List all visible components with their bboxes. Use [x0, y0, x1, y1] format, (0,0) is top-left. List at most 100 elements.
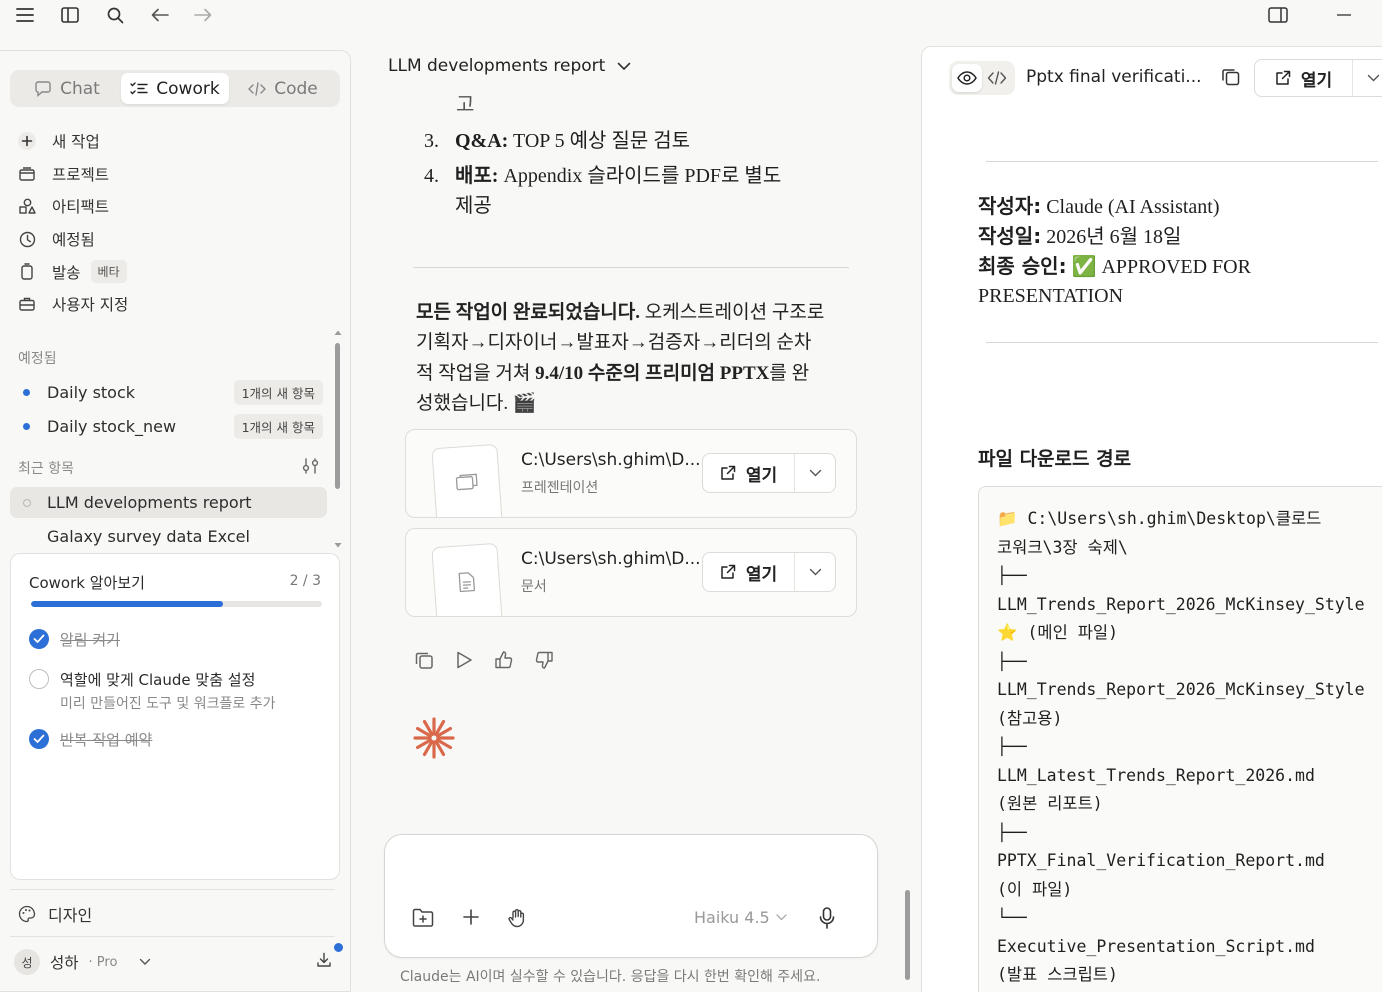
sidebar-toggle-icon[interactable] [55, 0, 85, 30]
design-label: 디자인 [48, 906, 93, 925]
thumbs-down-icon[interactable] [534, 650, 554, 670]
download-heading: 파일 다운로드 경로 [978, 448, 1132, 470]
hand-icon[interactable] [507, 908, 527, 928]
summary-bold: 9.4/10 수준의 프리미엄 PPTX [535, 362, 770, 384]
notification-dot [332, 941, 345, 954]
filter-icon[interactable] [302, 458, 320, 474]
recent-item[interactable]: LLM developments report [10, 487, 327, 518]
panel-icon[interactable] [1263, 0, 1293, 30]
download-icon[interactable] [316, 952, 332, 968]
unchecked-circle-icon[interactable] [29, 669, 49, 689]
design-menu-item[interactable]: 디자인 [18, 902, 92, 926]
external-link-icon [1275, 70, 1291, 86]
code-line: (이 파일) [997, 879, 1073, 899]
forward-arrow-icon[interactable] [188, 0, 218, 30]
divider [986, 342, 1378, 343]
status-dot [23, 389, 30, 396]
open-button[interactable]: 열기 [703, 553, 795, 591]
play-icon[interactable] [454, 650, 474, 670]
microphone-icon[interactable] [819, 907, 835, 929]
sidebar-scrollbar-thumb[interactable] [335, 343, 340, 489]
menu-icon[interactable] [10, 0, 40, 30]
nav-dispatch-label: 발송 [52, 263, 81, 282]
message-input[interactable] [405, 851, 855, 881]
user-menu[interactable]: 성 성하 · Pro [14, 949, 151, 975]
chevron-down-icon [809, 568, 821, 576]
nav-dispatch[interactable]: 발송 베타 [16, 255, 336, 288]
recent-item[interactable]: Galaxy survey data Excel [10, 521, 327, 552]
mode-tabs: Chat Cowork Code [10, 70, 340, 107]
clock-icon [16, 231, 38, 248]
add-folder-icon[interactable] [412, 908, 434, 927]
slides-icon [431, 443, 503, 517]
conversation-title[interactable]: LLM developments report [388, 56, 631, 76]
tab-code-label: Code [274, 78, 318, 99]
file-card[interactable]: C:\Users\sh.ghim\D... 프레젠테이션 열기 [405, 429, 857, 518]
code-icon[interactable] [982, 64, 1012, 92]
author-line: 작성자: Claude (AI Assistant) [978, 191, 1220, 222]
open-options-dropdown[interactable] [795, 568, 835, 576]
nav-scheduled-label: 예정됨 [52, 231, 95, 250]
eye-icon[interactable] [952, 64, 982, 92]
nav-customize[interactable]: 사용자 지정 [16, 288, 336, 321]
preview-document: 작성자: Claude (AI Assistant) 작성일: 2026년 6월… [922, 109, 1382, 992]
status-ring [23, 498, 31, 507]
approval-value: ✅ APPROVED FOR [1066, 256, 1251, 278]
chat-scrollbar-thumb[interactable] [905, 890, 910, 980]
date-line: 작성일: 2026년 6월 18일 [978, 221, 1181, 252]
list-item-label: 배포: [455, 165, 499, 187]
model-selector[interactable]: Haiku 4.5 [694, 908, 787, 927]
open-button[interactable]: 열기 [1255, 60, 1353, 96]
tab-code[interactable]: Code [229, 73, 337, 104]
check-icon[interactable] [29, 729, 49, 749]
scheduled-item[interactable]: Daily stock_new 1개의 새 항목 [10, 411, 327, 442]
file-type: 프레젠테이션 [521, 480, 599, 496]
nav-artifacts[interactable]: 아티팩트 [16, 190, 336, 223]
scheduled-item-label: Daily stock [47, 383, 136, 402]
external-link-icon [720, 564, 736, 580]
plus-icon[interactable] [462, 908, 480, 926]
open-options-dropdown[interactable] [1353, 74, 1382, 82]
check-icon[interactable] [29, 629, 49, 649]
code-icon [248, 81, 266, 96]
code-block: 📁 C:\Users\sh.ghim\Desktop\클로드코워크\3장 숙제\… [978, 486, 1382, 992]
nav-list: 새 작업 프로젝트 아티팩트 예정됨 발송 베타 사용자 지정 [16, 125, 336, 321]
code-line: 코워크\3장 숙제\ [997, 537, 1128, 557]
list-item-text: Appendix 슬라이드를 PDF로 별도 [498, 165, 782, 187]
open-button[interactable]: 열기 [703, 454, 795, 492]
file-card[interactable]: C:\Users\sh.ghim\D... 문서 열기 [405, 528, 857, 617]
search-icon[interactable] [100, 0, 130, 30]
code-line: PPTX_Final_Verification_Report.md [997, 851, 1325, 870]
minimize-icon[interactable] [1329, 0, 1359, 30]
onboarding-title: Cowork 알아보기 [29, 574, 145, 592]
onboarding-task[interactable]: 반복 작업 예약 [29, 729, 152, 750]
list-number: 3. [424, 130, 439, 152]
back-arrow-icon[interactable] [145, 0, 175, 30]
code-line: (참고용) [997, 708, 1063, 728]
nav-new-task[interactable]: 새 작업 [16, 125, 336, 158]
tab-chat-label: Chat [60, 78, 100, 99]
tab-chat[interactable]: Chat [13, 73, 121, 104]
nav-projects[interactable]: 프로젝트 [16, 158, 336, 191]
code-line: ├── [997, 822, 1027, 842]
recent-item-label: Galaxy survey data Excel [47, 527, 250, 546]
thumbs-up-icon[interactable] [494, 650, 514, 670]
copy-icon[interactable] [1221, 67, 1240, 86]
open-split-button: 열기 [702, 453, 836, 493]
onboarding-task-label: 역할에 맞게 Claude 맞춤 설정 [60, 671, 256, 689]
nav-scheduled[interactable]: 예정됨 [16, 223, 336, 256]
open-options-dropdown[interactable] [795, 469, 835, 477]
onboarding-task[interactable]: 알림 켜기 [29, 629, 120, 650]
beta-badge: 베타 [90, 260, 127, 284]
claude-spark-icon [412, 716, 456, 764]
copy-icon[interactable] [414, 650, 434, 670]
onboarding-task[interactable]: 역할에 맞게 Claude 맞춤 설정 미리 만들어진 도구 및 워크플로 추가 [29, 669, 275, 713]
tab-cowork[interactable]: Cowork [121, 73, 229, 104]
scheduled-item[interactable]: Daily stock 1개의 새 항목 [10, 377, 327, 408]
new-items-badge: 1개의 새 항목 [233, 414, 323, 439]
preview-panel: Pptx final verificati... 열기 작성자: Claude … [921, 46, 1382, 992]
cut-off-line: 고 [456, 94, 475, 116]
code-line: 📁 C:\Users\sh.ghim\Desktop\클로드 [997, 509, 1322, 528]
new-items-badge: 1개의 새 항목 [233, 380, 323, 405]
nav-new-task-label: 새 작업 [52, 133, 100, 152]
